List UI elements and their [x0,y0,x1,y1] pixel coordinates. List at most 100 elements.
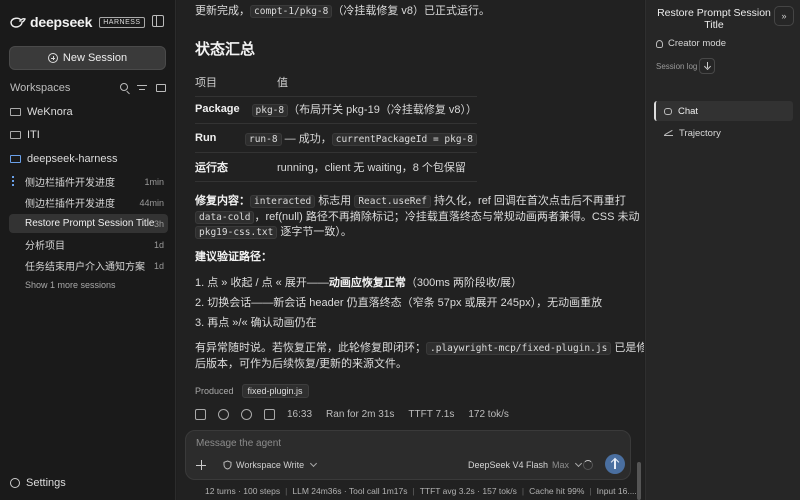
session-age: 1d [153,260,164,271]
filter-icon[interactable] [137,83,147,93]
token-rate: 172 tok/s [468,409,509,420]
status-input: Input 16.... [596,486,637,496]
text: 1. 点 » 收起 / 点 « 展开—— [195,277,329,289]
row-key: 运行态 [195,162,228,174]
inline-code: .playwright-mcp/fixed-plugin.js [426,342,612,355]
loading-spinner-icon [583,460,593,470]
verify-label: 建议验证路径： [195,251,272,263]
permission-mode-select[interactable]: Workspace Write [223,459,318,470]
session-item[interactable]: 侧边栏插件开发进度 44min [9,193,168,212]
show-more-sessions-link[interactable]: Show 1 more sessions [25,280,116,290]
fix-line-1: 修复内容： interacted 标志用 React.useRef 持久化，ref… [195,192,626,208]
row-key: Run [195,132,217,144]
session-title: 分析项目 [25,241,65,252]
table-header-value: 值 [277,77,288,89]
workspace-name: ITI [27,129,40,141]
thumbs-down-icon[interactable] [241,409,252,420]
summary-heading: 状态汇总 [195,41,256,58]
model-select[interactable]: DeepSeek V4 Flash Max [468,459,583,470]
trajectory-icon [664,130,673,136]
tail-line-1: 有异常随时说。若恢复正常，此轮修复即闭环； .playwright-mcp/fix… [195,339,644,355]
workspace-weknora[interactable]: WeKnora [10,103,168,121]
mode-label: Workspace Write [236,460,305,470]
session-title: Restore Prompt Session Title [25,218,154,229]
scrollbar-thumb[interactable] [637,462,641,500]
verify-step-1: 1. 点 » 收起 / 点 « 展开——动画应恢复正常（300ms 两阶段收/展… [195,274,522,290]
workspace-deepseek-harness[interactable]: deepseek-harness [10,150,168,168]
model-name: DeepSeek V4 Flash [468,460,549,470]
status-llm-time: LLM 24m36s · Tool call 1m17s [292,486,408,496]
collapse-panel-button[interactable]: » [774,6,794,26]
workspace-iti[interactable]: ITI [10,126,168,144]
copy-icon[interactable] [195,409,206,420]
table-header-row: 项目 值 [195,68,477,97]
session-title: 任务结束用户介入通知方案 [25,262,145,273]
session-item[interactable]: 任务结束用户介入通知方案 1d [9,256,168,275]
sidebar: deepseek HARNESS New Session Workspaces … [0,0,176,500]
table-row: Run run-8 — 成功， currentPackageId = pkg-8 [195,124,477,153]
verify-step-2: 2. 切换会话——新会话 header 仍直落终态（窄条 57px 或展开 24… [195,297,603,309]
plus-circle-icon [47,53,58,63]
creator-mode-toggle[interactable]: Creator mode [656,38,726,49]
inline-code: React.useRef [354,195,431,208]
session-item-active[interactable]: Restore Prompt Session Title 3h [9,214,168,233]
text: 有异常随时说。若恢复正常，此轮修复即闭环； [195,342,426,354]
produced-file-chip[interactable]: fixed-plugin.js [241,384,309,398]
chat-icon [664,107,672,115]
text: （布局开关 pkg-19（冷挂载修复 v8）） [288,104,477,116]
workspaces-label: Workspaces [10,82,71,94]
message-time: 16:33 [287,409,313,420]
app-window: deepseek HARNESS New Session Workspaces … [0,0,800,500]
download-icon[interactable] [699,58,715,74]
status-turns: 12 turns · 100 steps [205,486,281,496]
row-value: running，client 无 waiting，8 个包保留 [277,162,466,174]
attach-plus-icon[interactable] [195,459,207,471]
chat-main: 更新完成， compt-1/pkg-8 （冷挂载修复 v8）已正式运行。 状态汇总 … [177,0,644,500]
text: 逐字节一致）。 [277,226,352,238]
thumbs-up-icon[interactable] [218,409,229,420]
new-session-button[interactable]: New Session [9,46,166,70]
running-indicator-icon [12,176,14,187]
new-session-label: New Session [62,52,128,64]
status-ttft: TTFT avg 3.2s · 157 tok/s [419,486,517,496]
text: （300ms 两阶段收/展） [405,277,522,289]
session-age: 3h [153,218,164,229]
produced-label: Produced [195,386,234,396]
bulb-icon [656,39,663,48]
session-log-label: Session log [656,62,698,71]
send-button[interactable] [605,454,625,474]
add-folder-icon[interactable] [156,84,166,92]
search-icon[interactable] [120,83,128,91]
fork-icon[interactable] [264,409,275,420]
chevron-down-icon [575,459,583,468]
row-key: Package [195,103,240,115]
table-row: Package pkg-8 （布局开关 pkg-19（冷挂载修复 v8）） [195,95,477,124]
creator-mode-label: Creator mode [668,38,727,49]
ttft: TTFT 7.1s [408,409,455,420]
row-value: pkg-8 （布局开关 pkg-19（冷挂载修复 v8）） [251,101,477,117]
produced-files: Produced fixed-plugin.js [195,384,309,398]
workspace-name: deepseek-harness [27,153,118,165]
fix-label: 修复内容： [195,195,250,207]
sidebar-toggle-icon[interactable] [152,15,164,27]
row-value: run-8 — 成功， currentPackageId = pkg-8 [244,130,477,146]
effort-level: Max [552,460,570,470]
brand-logo[interactable]: deepseek HARNESS [10,14,145,30]
message-input[interactable] [196,438,616,449]
right-panel: Restore Prompt Session Title » Creator m… [645,0,800,500]
gear-icon [10,478,20,488]
session-title: 侧边栏插件开发进度 [25,199,115,210]
settings-button[interactable]: Settings [10,477,66,489]
tab-trajectory[interactable]: Trajectory [654,123,793,143]
tab-chat[interactable]: Chat [654,101,793,121]
inline-code: compt-1/pkg-8 [250,5,333,18]
folder-open-icon [10,155,21,163]
verify-step-3: 3. 再点 »/« 确认动画仍在 [195,317,317,329]
session-item[interactable]: 侧边栏插件开发进度 1min [9,172,168,191]
tail-line-2: 后版本，可作为后续恢复/更新的来源文件。 [195,358,408,370]
session-item[interactable]: 分析项目 1d [9,235,168,254]
text: （冷挂载修复 v8）已正式运行。 [332,5,491,17]
text: 更新完成， [195,5,250,17]
session-age: 1d [153,239,164,250]
inline-code: currentPackageId = pkg-8 [331,133,477,146]
